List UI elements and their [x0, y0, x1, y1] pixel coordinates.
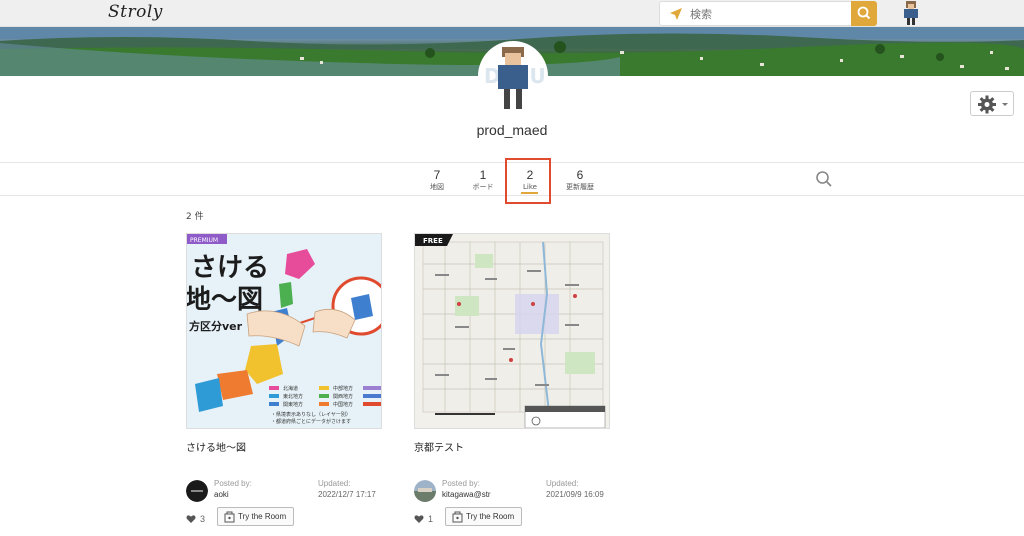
- poster-avatar-image: [186, 480, 208, 502]
- chevron-down-icon: [1002, 103, 1008, 106]
- search-bar: [659, 1, 877, 26]
- tab-maps-label: 地図: [430, 183, 444, 191]
- tab-maps-count: 7: [433, 168, 441, 182]
- location-arrow-icon[interactable]: [669, 7, 683, 21]
- result-count: 2 件: [186, 212, 204, 222]
- svg-text:北海道: 北海道: [283, 385, 298, 392]
- svg-text:中国地方: 中国地方: [333, 401, 353, 408]
- try-the-room-label: Try the Room: [238, 512, 287, 521]
- tab-like[interactable]: 2 Like: [508, 168, 552, 192]
- tab-boards[interactable]: 1 ボード: [461, 168, 505, 192]
- profile-avatar-image: DEBU: [484, 47, 546, 109]
- svg-text:中部地方: 中部地方: [333, 385, 353, 392]
- map-card: PREMIUM さける 地〜図 方区分ver 北海道 中部地方 東北地方 関西地…: [186, 233, 382, 529]
- settings-dropdown-button[interactable]: [970, 91, 1014, 116]
- svg-text:FREE: FREE: [423, 237, 443, 245]
- svg-text:関西地方: 関西地方: [333, 393, 353, 400]
- search-icon[interactable]: [815, 170, 833, 188]
- posted-by-label: Posted by:: [442, 479, 480, 488]
- updated-label: Updated:: [318, 479, 351, 488]
- updated-date: 2021/09/9 16:09: [546, 490, 604, 499]
- map-card-title[interactable]: さける地〜図: [186, 439, 246, 454]
- svg-text:PREMIUM: PREMIUM: [190, 237, 218, 244]
- heart-icon[interactable]: [186, 514, 196, 524]
- map-thumbnail[interactable]: FREE: [414, 233, 610, 429]
- posted-by-label: Posted by:: [214, 479, 252, 488]
- top-navbar: Stroly: [0, 0, 1024, 27]
- tab-boards-label: ボード: [472, 183, 494, 191]
- like-count: 3: [200, 514, 206, 524]
- tab-history[interactable]: 6 更新履歴: [558, 168, 602, 192]
- map-card: FREE 京都テスト Posted by: kitagawa@str Updat…: [414, 233, 610, 529]
- search-button[interactable]: [851, 1, 877, 26]
- poster-avatar-image: [414, 480, 436, 502]
- search-input[interactable]: [690, 5, 840, 23]
- updated-date: 2022/12/7 17:17: [318, 490, 376, 499]
- posted-by-user[interactable]: aoki: [214, 490, 229, 499]
- tab-history-count: 6: [576, 168, 584, 182]
- svg-text:方区分ver: 方区分ver: [189, 319, 243, 333]
- user-avatar-icon[interactable]: [900, 0, 922, 26]
- stroly-logo[interactable]: Stroly: [108, 2, 163, 22]
- heart-icon[interactable]: [414, 514, 424, 524]
- tab-like-count: 2: [526, 168, 534, 182]
- svg-text:・県境表示ありなし（レイヤー別）: ・県境表示ありなし（レイヤー別）: [271, 411, 351, 418]
- svg-text:さける: さける: [191, 253, 269, 283]
- map-card-title[interactable]: 京都テスト: [414, 439, 464, 454]
- map-thumbnail[interactable]: PREMIUM さける 地〜図 方区分ver 北海道 中部地方 東北地方 関西地…: [186, 233, 382, 429]
- updated-label: Updated:: [546, 479, 579, 488]
- active-tab-indicator: [521, 192, 538, 194]
- svg-text:・都道府県ごとにデータがさけます: ・都道府県ごとにデータがさけます: [271, 418, 351, 425]
- map-thumbnail-image: PREMIUM さける 地〜図 方区分ver 北海道 中部地方 東北地方 関西地…: [187, 234, 381, 428]
- posted-by-user[interactable]: kitagawa@str: [442, 490, 491, 499]
- try-the-room-label: Try the Room: [466, 512, 515, 521]
- svg-text:地〜図: 地〜図: [187, 285, 263, 315]
- like-count: 1: [428, 514, 434, 524]
- profile-username: prod_maed: [476, 122, 548, 138]
- svg-text:東北地方: 東北地方: [283, 393, 303, 400]
- tab-like-label: Like: [523, 183, 537, 191]
- gear-icon: [978, 95, 1008, 114]
- tab-history-label: 更新履歴: [566, 183, 594, 191]
- poster-avatar[interactable]: [186, 480, 208, 502]
- search-box: [659, 1, 851, 26]
- tab-boards-count: 1: [479, 168, 487, 182]
- tab-maps[interactable]: 7 地図: [415, 168, 459, 192]
- map-thumbnail-image: FREE: [415, 234, 609, 428]
- try-the-room-button[interactable]: Try the Room: [445, 507, 522, 526]
- room-icon: [224, 511, 235, 523]
- try-the-room-button[interactable]: Try the Room: [217, 507, 294, 526]
- room-icon: [452, 511, 463, 523]
- profile-avatar: DEBU: [478, 41, 548, 111]
- svg-text:関東地方: 関東地方: [283, 401, 303, 408]
- poster-avatar[interactable]: [414, 480, 436, 502]
- search-icon: [857, 6, 871, 20]
